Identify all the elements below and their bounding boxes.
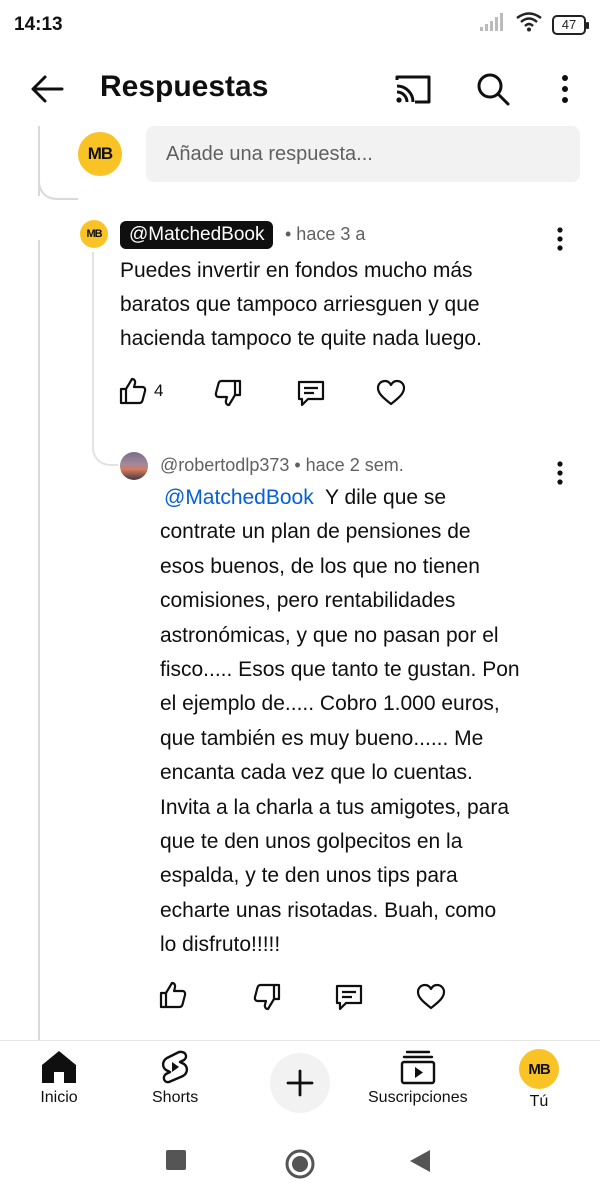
status-time: 14:13	[14, 14, 63, 35]
comment-text-line: comisiones, pero rentabilidades	[160, 589, 456, 613]
comment-text-line: Puedes invertir en fondos mucho más	[120, 259, 473, 282]
comment-text-line: hacienda tampoco te quite nada luego.	[120, 327, 482, 350]
nav-item-subscriptions[interactable]: Suscripciones	[368, 1049, 468, 1107]
comment-text-line: encanta cada vez que lo cuentas.	[160, 761, 473, 785]
comment-author-badge[interactable]: @MatchedBook	[120, 221, 274, 249]
thumbs-down-icon	[253, 983, 281, 1011]
system-navigation	[0, 1122, 600, 1200]
avatar: MB	[519, 1049, 559, 1089]
page-title: Respuestas	[100, 70, 269, 103]
back-button[interactable]	[22, 64, 72, 114]
comment-text-line: Invita a la charla a tus amigotes, para	[160, 795, 510, 819]
circle-icon	[285, 1149, 315, 1179]
triangle-back-icon	[410, 1150, 430, 1172]
comment-text-line: baratos que tampoco arriesguen y que	[120, 293, 480, 316]
thread-line	[38, 240, 40, 1040]
nav-item-you[interactable]: MB Tú	[519, 1049, 559, 1111]
heart-icon	[376, 379, 406, 406]
nav-label: Shorts	[152, 1089, 199, 1106]
comment-text-line: espalda, y te den unos tips para	[160, 864, 458, 888]
nav-label: Tú	[529, 1093, 549, 1110]
comment-text-line: contrate un plan de pensiones de	[160, 520, 471, 544]
like-count: 4	[154, 381, 164, 400]
comment-text-line: lo disfruto!!!!!	[160, 933, 281, 957]
back-system-button[interactable]	[408, 1148, 432, 1174]
thread-line	[92, 252, 94, 442]
heart-button[interactable]	[376, 378, 406, 408]
comment-author-timestamp: @robertodlp373 • hace 2 sem.	[160, 455, 404, 475]
comment-text-line: astronómicas, y que no pasan por el	[160, 623, 499, 647]
comment-icon	[335, 984, 363, 1011]
comment-text-line: que te den unos golpecitos en la	[160, 830, 463, 854]
avatar[interactable]: MB	[78, 132, 122, 176]
square-icon	[166, 1150, 186, 1170]
comment-text-line: fisco..... Esos que tanto te gustan. Pon	[160, 658, 520, 682]
reply-input[interactable]: Añade una respuesta...	[146, 126, 580, 182]
cast-icon	[395, 75, 431, 104]
comment-icon	[297, 380, 325, 407]
cast-button[interactable]	[388, 64, 438, 114]
thumbs-up-icon	[119, 377, 147, 405]
comment-text-line: echarte unas risotadas. Buah, como	[160, 898, 497, 922]
app-bar: Respuestas	[0, 50, 600, 126]
bottom-navigation: Inicio Shorts Suscripciones MB Tú	[0, 1041, 600, 1121]
home-icon	[42, 1051, 76, 1083]
plus-icon	[286, 1069, 314, 1097]
avatar[interactable]: MB	[80, 220, 108, 248]
avatar[interactable]	[120, 452, 148, 480]
thumbs-up-icon	[159, 981, 187, 1009]
more-vert-icon	[557, 227, 563, 251]
reply-button[interactable]	[334, 982, 364, 1012]
nav-item-home[interactable]: Inicio	[40, 1049, 78, 1107]
dislike-button[interactable]	[252, 982, 282, 1012]
wifi-icon	[516, 12, 542, 37]
thread-connector	[92, 420, 118, 466]
create-button[interactable]	[270, 1053, 330, 1113]
recents-button[interactable]	[164, 1148, 188, 1172]
comment-text: Puedes invertir en fondos mucho más bara…	[120, 254, 560, 356]
comment-text-line: esos buenos, de los que no tienen	[160, 554, 480, 578]
comment-text-line: el ejemplo de..... Cobro 1.000 euros,	[160, 692, 500, 716]
like-button[interactable]: 4	[118, 376, 163, 406]
comment-text: @MatchedBook Y dile que se contrate un p…	[160, 481, 560, 963]
nav-label: Suscripciones	[368, 1089, 468, 1106]
dislike-button[interactable]	[213, 378, 243, 408]
search-button[interactable]	[468, 64, 518, 114]
heart-button[interactable]	[416, 982, 446, 1012]
like-button[interactable]	[158, 980, 188, 1010]
nav-label: Inicio	[40, 1089, 78, 1106]
shorts-icon	[162, 1050, 189, 1084]
nav-item-shorts[interactable]: Shorts	[152, 1049, 198, 1107]
status-icons: 47	[480, 12, 589, 37]
battery-indicator: 47	[552, 14, 589, 35]
back-arrow-icon	[31, 75, 64, 103]
comment-text-line: @MatchedBook Y dile que se	[160, 481, 560, 515]
heart-icon	[416, 983, 446, 1010]
more-options-button[interactable]	[540, 64, 590, 114]
comment-text-line: que también es muy bueno...... Me	[160, 726, 484, 750]
mention-link[interactable]: @MatchedBook	[164, 486, 314, 509]
thumbs-down-icon	[214, 379, 242, 407]
comment-text-fragment: Y dile que se	[313, 486, 447, 509]
search-icon	[477, 73, 510, 106]
comment-timestamp: • hace 3 a	[285, 224, 366, 244]
reply-button[interactable]	[296, 378, 326, 408]
home-system-button[interactable]	[284, 1148, 316, 1180]
thread-connector	[38, 160, 78, 200]
signal-icon	[480, 13, 506, 36]
subscriptions-icon	[400, 1050, 435, 1085]
status-bar: 14:13 47	[0, 0, 600, 50]
comment-more-button[interactable]	[546, 222, 574, 256]
more-vert-icon	[562, 75, 568, 103]
